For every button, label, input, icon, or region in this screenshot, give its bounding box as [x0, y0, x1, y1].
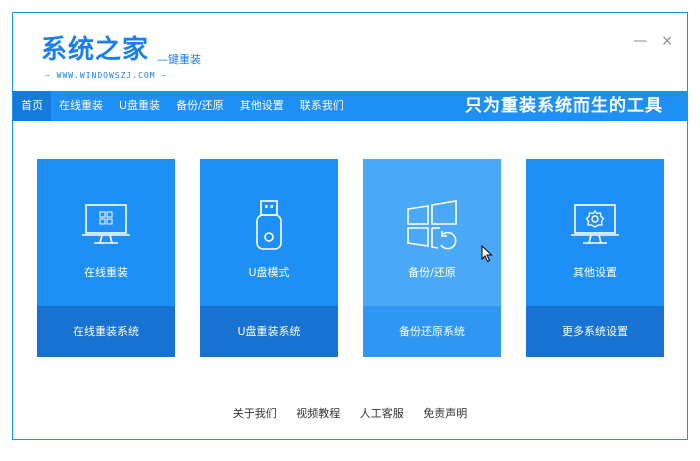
- card-action[interactable]: U盘重装系统: [200, 306, 338, 357]
- footer-link-disclaimer[interactable]: 免责声明: [423, 407, 467, 420]
- card-action[interactable]: 更多系统设置: [526, 306, 664, 357]
- top-navbar: 首页 在线重装 U盘重装 备份/还原 其他设置 联系我们 只为重装系统而生的工具: [13, 91, 687, 121]
- usb-drive-icon: [256, 200, 282, 250]
- app-subtitle: —键重装: [157, 53, 201, 66]
- card-action[interactable]: 备份还原系统: [363, 306, 501, 357]
- card-usb-mode[interactable]: U盘模式 U盘重装系统: [200, 159, 338, 357]
- card-other-settings[interactable]: 其他设置 更多系统设置: [526, 159, 664, 357]
- nav-item-usb-reinstall[interactable]: U盘重装: [111, 91, 168, 121]
- minimize-button[interactable]: —: [633, 33, 647, 49]
- card-online-reinstall[interactable]: 在线重装 在线重装系统: [37, 159, 175, 357]
- windows-restore-icon: [407, 200, 457, 250]
- monitor-windows-icon: [82, 204, 130, 244]
- footer-links: 关于我们 视频教程 人工客服 免责声明: [13, 405, 687, 421]
- card-action[interactable]: 在线重装系统: [37, 306, 175, 357]
- footer-link-customer-service[interactable]: 人工客服: [360, 407, 404, 420]
- card-label: U盘模式: [248, 266, 290, 279]
- card-label: 在线重装: [84, 266, 128, 279]
- footer-link-video-tutorial[interactable]: 视频教程: [296, 407, 340, 420]
- card-label: 其他设置: [573, 266, 617, 279]
- app-url: — WWW.WINDOWSZJ.COM —: [45, 71, 168, 80]
- logo: 系统之家 —键重装 — WWW.WINDOWSZJ.COM —: [41, 29, 201, 80]
- app-window: 系统之家 —键重装 — WWW.WINDOWSZJ.COM — — × 首页 在…: [12, 12, 688, 440]
- nav-item-home[interactable]: 首页: [13, 91, 51, 121]
- mouse-cursor-icon: [481, 245, 493, 263]
- slogan: 只为重装系统而生的工具: [465, 96, 663, 116]
- card-label: 备份/还原: [408, 266, 456, 279]
- footer-link-about[interactable]: 关于我们: [233, 407, 277, 420]
- nav-item-backup-restore[interactable]: 备份/还原: [168, 91, 232, 121]
- close-button[interactable]: ×: [661, 33, 673, 49]
- window-controls: — ×: [633, 33, 673, 49]
- nav-item-other-settings[interactable]: 其他设置: [232, 91, 292, 121]
- monitor-gear-icon: [571, 204, 619, 244]
- app-title: 系统之家: [41, 35, 150, 65]
- nav-item-online-reinstall[interactable]: 在线重装: [51, 91, 111, 121]
- nav-item-contact[interactable]: 联系我们: [292, 91, 352, 121]
